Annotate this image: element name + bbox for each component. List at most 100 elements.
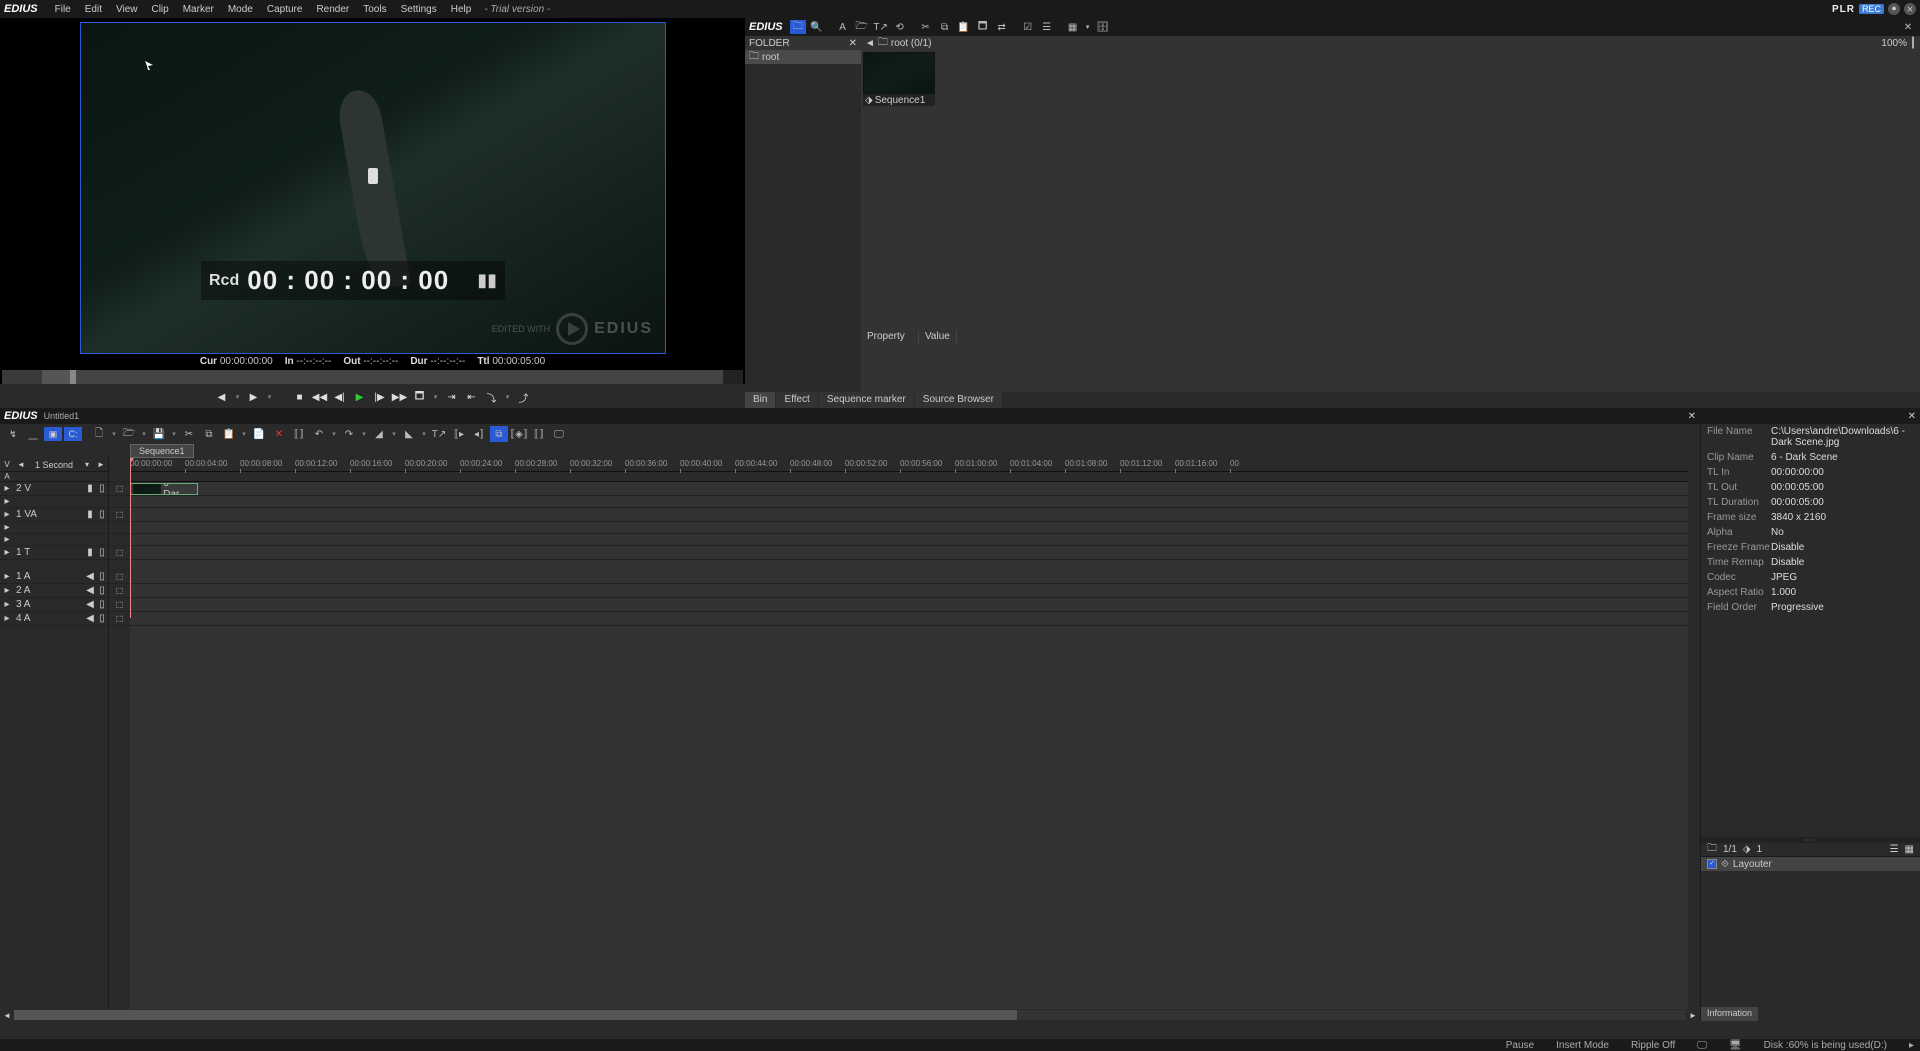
bin-sort-icon[interactable]: A bbox=[835, 20, 851, 34]
folder-root[interactable]: 🗀 root bbox=[745, 50, 861, 64]
tl-mark-in-icon[interactable]: ⟦▸ bbox=[450, 426, 468, 442]
menu-settings[interactable]: Settings bbox=[394, 4, 444, 15]
hscroll-right-icon[interactable]: ► bbox=[1686, 1011, 1700, 1020]
fx-checkbox[interactable]: ✓ bbox=[1707, 859, 1717, 869]
shuttle-right-drop[interactable]: ▾ bbox=[265, 388, 275, 406]
tl-fade-in-icon[interactable]: ◢ bbox=[370, 426, 388, 442]
bin-folder-icon[interactable]: 🗀 bbox=[790, 20, 806, 34]
info-folder-icon[interactable]: 🗀 bbox=[1707, 841, 1717, 858]
menu-edit[interactable]: Edit bbox=[78, 4, 109, 15]
next-frame-button[interactable]: |▶ bbox=[371, 388, 389, 406]
track-hdr-1va[interactable]: ▸1 VA▮▯ bbox=[0, 508, 108, 522]
track-v-icon[interactable]: V bbox=[0, 460, 14, 469]
mark-out-button[interactable]: ⇤ bbox=[463, 388, 481, 406]
tab-bin[interactable]: Bin bbox=[745, 392, 775, 408]
mark-in-button[interactable]: ⇥ bbox=[443, 388, 461, 406]
tab-effect[interactable]: Effect bbox=[776, 392, 817, 408]
bin-title-icon[interactable]: T↗ bbox=[873, 20, 889, 34]
scale-selector[interactable]: 1 Second bbox=[28, 460, 80, 470]
bin-zoom-slider-icon[interactable]: ┃ bbox=[1910, 38, 1916, 49]
rec-stop-icon[interactable]: ⏺ bbox=[1888, 3, 1900, 15]
fx-4a[interactable]: ⬚ bbox=[109, 612, 130, 626]
tl-fade-out-icon[interactable]: ◣ bbox=[400, 426, 418, 442]
fx-1a[interactable]: ⬚ bbox=[109, 570, 130, 584]
bin-display-icon[interactable]: 🗖 bbox=[975, 20, 991, 34]
shuttle-left-icon[interactable]: ◀ bbox=[213, 388, 231, 406]
prev-frame-button[interactable]: ◀| bbox=[331, 388, 349, 406]
bin-thumbnails[interactable]: ⬗ Sequence1 bbox=[861, 50, 1920, 330]
bin-props-icon[interactable]: ☑ bbox=[1020, 20, 1036, 34]
tl-monitor-icon[interactable]: 🖵 bbox=[550, 426, 568, 442]
fx-1t[interactable]: ⬚ bbox=[109, 546, 130, 560]
tab-sequence-marker[interactable]: Sequence marker bbox=[819, 392, 914, 408]
menu-render[interactable]: Render bbox=[309, 4, 356, 15]
timeline-ruler[interactable]: 00:00:00:0000:00:04:0000:00:08:0000:00:1… bbox=[130, 458, 1688, 472]
tl-clipboard-icon[interactable]: 📄 bbox=[250, 426, 268, 442]
tl-mode-pointer[interactable]: ↯ bbox=[4, 427, 22, 441]
close-icon[interactable]: ✕ bbox=[1904, 3, 1916, 15]
info-grid-icon[interactable]: ▦ bbox=[1905, 844, 1914, 855]
timeline-hscroll[interactable]: ◄ ► bbox=[0, 1009, 1700, 1021]
play-button[interactable]: ▶ bbox=[351, 388, 369, 406]
menu-mode[interactable]: Mode bbox=[221, 4, 260, 15]
fx-1va[interactable]: ⬚ bbox=[109, 508, 130, 522]
tl-link-icon[interactable]: ⟦⟧ bbox=[530, 426, 548, 442]
thumb-sequence1[interactable]: ⬗ Sequence1 bbox=[863, 52, 935, 106]
insert-button[interactable]: ⤵ bbox=[483, 388, 501, 406]
loop-button[interactable]: 🗖 bbox=[411, 388, 429, 406]
bin-paste-icon[interactable]: 📋 bbox=[956, 20, 972, 34]
tl-copy-icon[interactable]: ⧉ bbox=[200, 426, 218, 442]
folder-close-icon[interactable]: ✕ bbox=[849, 38, 857, 49]
tl-cut-icon[interactable]: ✂ bbox=[180, 426, 198, 442]
track-hdr-1t[interactable]: ▸1 T▮▯ bbox=[0, 546, 108, 560]
rec-badge[interactable]: REC bbox=[1859, 4, 1884, 14]
bin-sync-icon[interactable]: ⇄ bbox=[994, 20, 1010, 34]
tl-new-seq-icon[interactable]: 🗋 bbox=[90, 426, 108, 442]
status-expand-icon[interactable]: ▸ bbox=[1909, 1040, 1914, 1051]
rewind-button[interactable]: ◀◀ bbox=[311, 388, 329, 406]
tl-ripple-icon[interactable]: ⟦⟧ bbox=[290, 426, 308, 442]
shuttle-right-icon[interactable]: ▶ bbox=[245, 388, 263, 406]
tl-snap-icon[interactable]: ⧉ bbox=[490, 426, 508, 442]
tl-undo-icon[interactable]: ↶ bbox=[310, 426, 328, 442]
preview-area[interactable]: Rcd 00 : 00 : 00 : 00 ▮▮ EDITED WITH EDI… bbox=[0, 18, 745, 356]
scrub-bar[interactable] bbox=[2, 370, 743, 384]
status-monitor-icon[interactable]: 🖵 bbox=[1697, 1040, 1707, 1051]
tl-paste-icon[interactable]: 📋 bbox=[220, 426, 238, 442]
playhead[interactable] bbox=[130, 458, 131, 618]
export-button[interactable]: ⤴ bbox=[515, 388, 533, 406]
menu-marker[interactable]: Marker bbox=[176, 4, 221, 15]
fx-2a[interactable]: ⬚ bbox=[109, 584, 130, 598]
track-hdr-2a[interactable]: ▸2 A◀▯ bbox=[0, 584, 108, 598]
tab-source-browser[interactable]: Source Browser bbox=[915, 392, 1002, 408]
bin-list-icon[interactable]: ☰ bbox=[1039, 20, 1055, 34]
menu-file[interactable]: File bbox=[48, 4, 78, 15]
info-fx-icon[interactable]: ⬗ bbox=[1743, 844, 1751, 855]
hscroll-thumb[interactable] bbox=[14, 1010, 1017, 1020]
tl-open-icon[interactable]: 🗁 bbox=[120, 426, 138, 442]
scrub-handle[interactable] bbox=[70, 370, 76, 384]
tl-delete-icon[interactable]: ✕ bbox=[270, 426, 288, 442]
bin-open-icon[interactable]: 🗁 bbox=[854, 20, 870, 34]
scale-prev-icon[interactable]: ◄ bbox=[14, 460, 28, 469]
menu-view[interactable]: View bbox=[109, 4, 145, 15]
tl-save-icon[interactable]: 💾 bbox=[150, 426, 168, 442]
fx-3a[interactable]: ⬚ bbox=[109, 598, 130, 612]
seq-tab-1[interactable]: Sequence1 bbox=[130, 444, 194, 458]
track-a-icon[interactable]: A bbox=[0, 472, 14, 481]
bin-zoom-value[interactable]: 100% bbox=[1881, 38, 1907, 49]
hscroll-left-icon[interactable]: ◄ bbox=[0, 1011, 14, 1020]
bin-grid-icon[interactable]: ▦ bbox=[1065, 20, 1081, 34]
bin-copy-icon[interactable]: ⧉ bbox=[937, 20, 953, 34]
track-hdr-1a[interactable]: ▸1 A◀▯ bbox=[0, 570, 108, 584]
stop-button[interactable]: ■ bbox=[291, 388, 309, 406]
fx-2v[interactable]: ⬚ bbox=[109, 482, 130, 496]
crumb-back-icon[interactable]: ◄ bbox=[865, 38, 875, 49]
info-list-icon[interactable]: ☰ bbox=[1890, 844, 1899, 855]
tl-redo-icon[interactable]: ↷ bbox=[340, 426, 358, 442]
menu-capture[interactable]: Capture bbox=[260, 4, 310, 15]
tl-title-icon[interactable]: T↗ bbox=[430, 426, 448, 442]
bin-search-icon[interactable]: 🔍 bbox=[809, 20, 825, 34]
track-hdr-3a[interactable]: ▸3 A◀▯ bbox=[0, 598, 108, 612]
menu-help[interactable]: Help bbox=[444, 4, 479, 15]
